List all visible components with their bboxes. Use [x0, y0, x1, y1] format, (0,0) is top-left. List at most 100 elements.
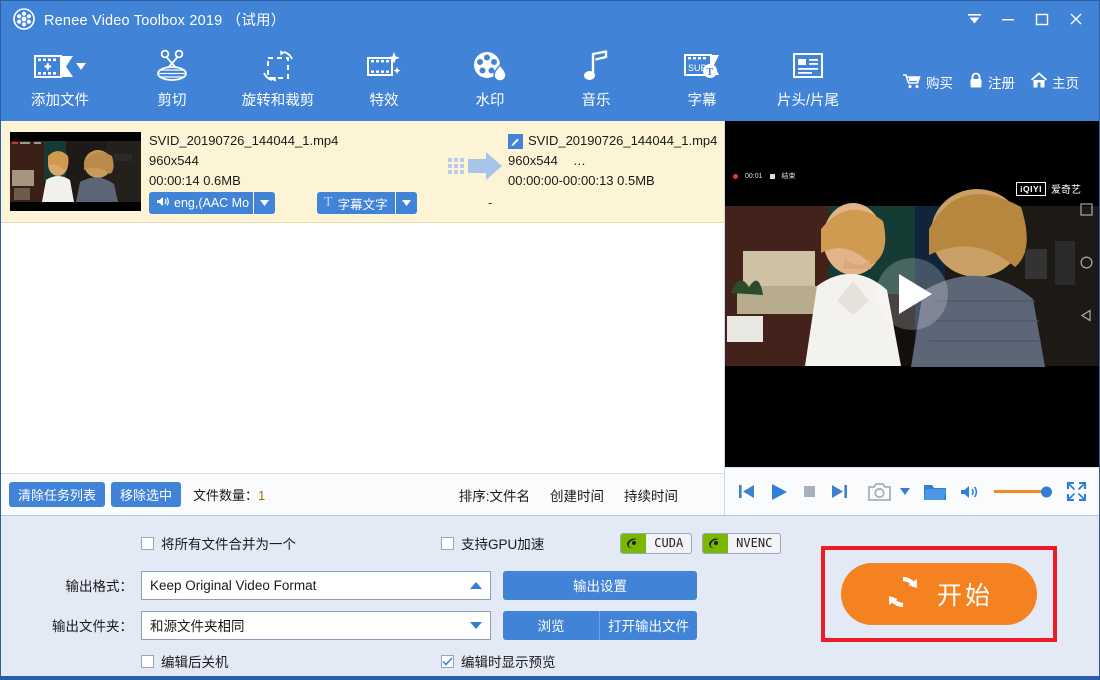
checkbox-box[interactable] [141, 536, 154, 550]
speaker-icon[interactable] [960, 484, 979, 500]
toolbar-label: 特效 [369, 93, 399, 109]
folder-icon[interactable] [923, 482, 947, 502]
toolbar-item-effects[interactable]: 特效 [331, 43, 437, 110]
film-reel-icon [13, 8, 35, 30]
refresh-circle-icon [885, 574, 921, 615]
skip-previous-icon[interactable] [737, 482, 756, 501]
audio-track-selector[interactable]: eng,(AAC Mo [149, 192, 275, 214]
application-window: Renee Video Toolbox 2019 （试用） 添加文件 剪切 旋转… [0, 0, 1100, 680]
home-label: 主页 [1052, 76, 1079, 91]
output-extra: - [488, 195, 493, 210]
lock-icon [968, 72, 984, 92]
file-count-value: 1 [258, 488, 266, 503]
gpu-acceleration-checkbox[interactable]: 支持GPU加速 [441, 533, 544, 553]
show-preview-checkbox[interactable]: 编辑时显示预览 [441, 651, 556, 671]
volume-slider[interactable] [994, 486, 1052, 497]
preview-pane: 00:01 结束 iQIYI 爱奇艺 [725, 121, 1099, 515]
output-resolution: 960x544 [508, 153, 558, 168]
fullscreen-icon[interactable] [1066, 481, 1087, 502]
edit-pencil-icon[interactable] [508, 133, 523, 149]
buy-button[interactable]: 购买 [896, 69, 959, 95]
start-button-highlight: 开始 [821, 546, 1057, 642]
overlay-text: 结束 [781, 173, 796, 180]
toolbar-label: 水印 [475, 93, 505, 109]
cuda-label: CUDA [654, 536, 684, 550]
subtitle-track-selector[interactable]: T 字幕文字 [317, 192, 417, 214]
stop-square-icon [769, 173, 775, 179]
video-edge-icons [1080, 203, 1093, 327]
toolbar-item-cut[interactable]: 剪切 [119, 43, 225, 110]
title-bar: Renee Video Toolbox 2019 （试用） [1, 1, 1099, 37]
toolbar-item-subtitle[interactable]: SUB T 字幕 [649, 43, 755, 110]
checkbox-row-bottom: 编辑后关机 编辑时显示预览 [1, 646, 1099, 676]
scissors-icon [152, 45, 192, 87]
register-label: 注册 [988, 76, 1015, 91]
cuda-badge: CUDA [620, 532, 693, 554]
volume-knob[interactable] [1041, 486, 1052, 497]
chevron-down-icon[interactable] [253, 192, 275, 214]
caret-down-icon[interactable] [470, 621, 482, 629]
sort-option-duration[interactable]: 持续时间 [624, 485, 678, 505]
audio-track-label: eng,(AAC Mo [174, 196, 250, 210]
output-format-select[interactable]: Keep Original Video Format [141, 570, 491, 600]
merge-all-files-checkbox[interactable]: 将所有文件合并为一个 [141, 533, 441, 553]
table-row[interactable]: SVID_20190726_144044_1.mp4 960x544 00:00… [1, 121, 724, 223]
remove-selected-button[interactable]: 移除选中 [111, 482, 182, 507]
buy-label: 购买 [926, 76, 953, 91]
nvenc-label: NVENC [736, 536, 773, 550]
file-list[interactable]: SVID_20190726_144044_1.mp4 960x544 00:00… [1, 121, 724, 473]
clear-task-list-button[interactable]: 清除任务列表 [9, 482, 106, 507]
open-output-folder-button[interactable]: 打开输出文件 [599, 610, 697, 640]
file-count-label: 文件数量： [193, 488, 259, 503]
play-icon[interactable] [769, 482, 789, 502]
output-folder-value: 和源文件夹相同 [150, 619, 245, 634]
shutdown-after-edit-checkbox[interactable]: 编辑后关机 [141, 651, 441, 671]
maximize-button[interactable] [1025, 5, 1059, 33]
toolbar-item-add-file[interactable]: 添加文件 [1, 43, 119, 110]
minimize-button[interactable] [991, 5, 1025, 33]
sort-option-create-time[interactable]: 创建时间 [550, 485, 604, 505]
camera-icon[interactable] [868, 482, 893, 502]
iqiyi-cn: 爱奇艺 [1051, 185, 1081, 196]
toolbar-label: 片头/片尾 [776, 93, 840, 109]
checkbox-box[interactable] [141, 654, 154, 668]
close-button[interactable] [1059, 5, 1093, 33]
register-button[interactable]: 注册 [962, 69, 1021, 95]
output-folder-select[interactable]: 和源文件夹相同 [141, 610, 491, 640]
play-button-icon[interactable] [876, 258, 948, 330]
checkbox-box[interactable] [441, 654, 454, 668]
checkbox-box[interactable] [441, 536, 454, 550]
nvidia-icon [703, 533, 729, 553]
home-button[interactable]: 主页 [1024, 69, 1085, 95]
chevron-down-icon[interactable] [394, 192, 417, 214]
chevron-down-icon[interactable] [900, 488, 910, 495]
browse-button[interactable]: 浏览 [503, 610, 599, 640]
output-duration-size: 00:00:00-00:00:13 0.5MB [508, 173, 655, 188]
iqiyi-brand: iQIYI [1016, 181, 1046, 196]
toolbar-item-intro-outro[interactable]: 片头/片尾 [755, 43, 861, 110]
skip-next-icon[interactable] [830, 482, 849, 501]
video-thumbnail [10, 132, 141, 211]
collapse-button[interactable] [957, 5, 991, 33]
square-icon [1080, 203, 1093, 221]
list-toolbar: 清除任务列表 移除选中 文件数量：1 排序:文件名 创建时间 持续时间 [1, 473, 724, 515]
output-format-value: Keep Original Video Format [150, 577, 317, 593]
toolbar-item-rotate-crop[interactable]: 旋转和裁剪 [225, 43, 331, 110]
merge-all-files-label: 将所有文件合并为一个 [161, 537, 296, 552]
toolbar-right-actions: 购买 注册 主页 [896, 69, 1099, 95]
caret-up-icon[interactable] [470, 581, 482, 589]
toolbar-item-watermark[interactable]: 水印 [437, 43, 543, 110]
window-title: Renee Video Toolbox 2019 （试用） [44, 12, 286, 29]
file-count: 文件数量：1 [193, 485, 265, 504]
toolbar-item-music[interactable]: 音乐 [543, 43, 649, 110]
output-format-label: 输出格式： [65, 579, 134, 594]
overlay-time: 00:01 [745, 172, 763, 180]
video-preview[interactable]: 00:01 结束 iQIYI 爱奇艺 [725, 121, 1099, 467]
start-button[interactable]: 开始 [841, 563, 1037, 625]
toolbar-label: 音乐 [581, 93, 611, 109]
sort-option-filename[interactable]: 文件名 [490, 489, 531, 504]
output-settings-button[interactable]: 输出设置 [503, 570, 697, 600]
stop-icon[interactable] [802, 484, 817, 499]
start-button-label: 开始 [936, 582, 993, 610]
toolbar-label: 剪切 [157, 93, 187, 109]
